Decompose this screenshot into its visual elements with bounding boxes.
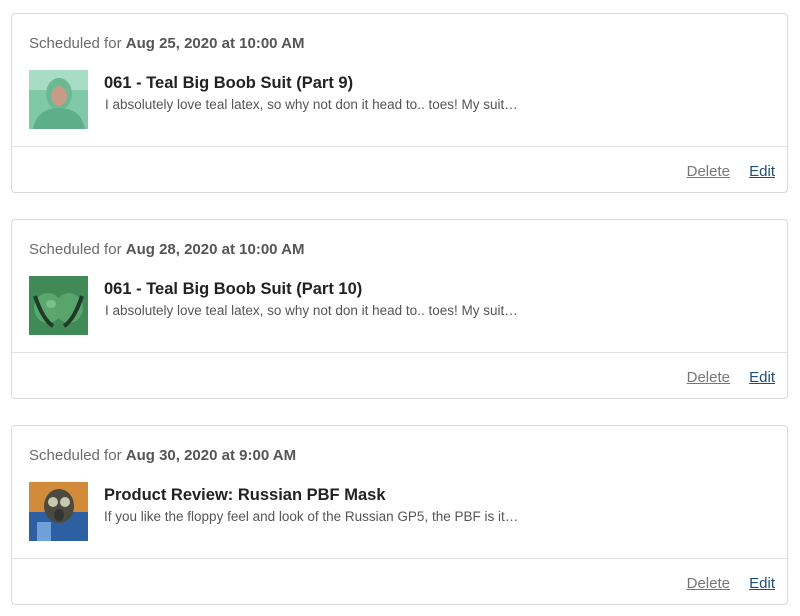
delete-link[interactable]: Delete	[687, 575, 730, 592]
scheduled-prefix: Scheduled for	[29, 241, 122, 258]
post-title[interactable]: 061 - Teal Big Boob Suit (Part 10)	[104, 280, 362, 299]
post-thumbnail	[29, 276, 88, 335]
edit-link[interactable]: Edit	[749, 163, 775, 180]
delete-link[interactable]: Delete	[687, 163, 730, 180]
card-actions: Delete Edit	[672, 575, 775, 592]
edit-link[interactable]: Edit	[749, 575, 775, 592]
post-excerpt: I absolutely love teal latex, so why not…	[105, 97, 518, 112]
post-thumbnail	[29, 482, 88, 541]
scheduled-date-value: Aug 25, 2020 at 10:00 AM	[125, 35, 305, 52]
card-body: Scheduled for Aug 25, 2020 at 10:00 AM 0…	[12, 14, 787, 147]
card-actions: Delete Edit	[672, 369, 775, 386]
post-excerpt: If you like the floppy feel and look of …	[104, 509, 519, 524]
scheduled-post-card: Scheduled for Aug 25, 2020 at 10:00 AM 0…	[11, 13, 788, 193]
scheduled-date-value: Aug 28, 2020 at 10:00 AM	[125, 241, 305, 258]
edit-link[interactable]: Edit	[749, 369, 775, 386]
scheduled-date: Scheduled for Aug 30, 2020 at 9:00 AM	[29, 447, 296, 464]
scheduled-prefix: Scheduled for	[29, 447, 122, 464]
scheduled-prefix: Scheduled for	[29, 35, 122, 52]
post-title[interactable]: Product Review: Russian PBF Mask	[104, 486, 386, 505]
card-actions: Delete Edit	[672, 163, 775, 180]
scheduled-date: Scheduled for Aug 25, 2020 at 10:00 AM	[29, 35, 304, 52]
delete-link[interactable]: Delete	[687, 369, 730, 386]
card-body: Scheduled for Aug 28, 2020 at 10:00 AM 0…	[12, 220, 787, 353]
scheduled-date-value: Aug 30, 2020 at 9:00 AM	[125, 447, 297, 464]
scheduled-post-card: Scheduled for Aug 28, 2020 at 10:00 AM 0…	[11, 219, 788, 399]
scheduled-post-card: Scheduled for Aug 30, 2020 at 9:00 AM Pr…	[11, 425, 788, 605]
card-body: Scheduled for Aug 30, 2020 at 9:00 AM Pr…	[12, 426, 787, 559]
post-title[interactable]: 061 - Teal Big Boob Suit (Part 9)	[104, 74, 353, 93]
scheduled-date: Scheduled for Aug 28, 2020 at 10:00 AM	[29, 241, 304, 258]
post-thumbnail	[29, 70, 88, 129]
post-excerpt: I absolutely love teal latex, so why not…	[105, 303, 518, 318]
